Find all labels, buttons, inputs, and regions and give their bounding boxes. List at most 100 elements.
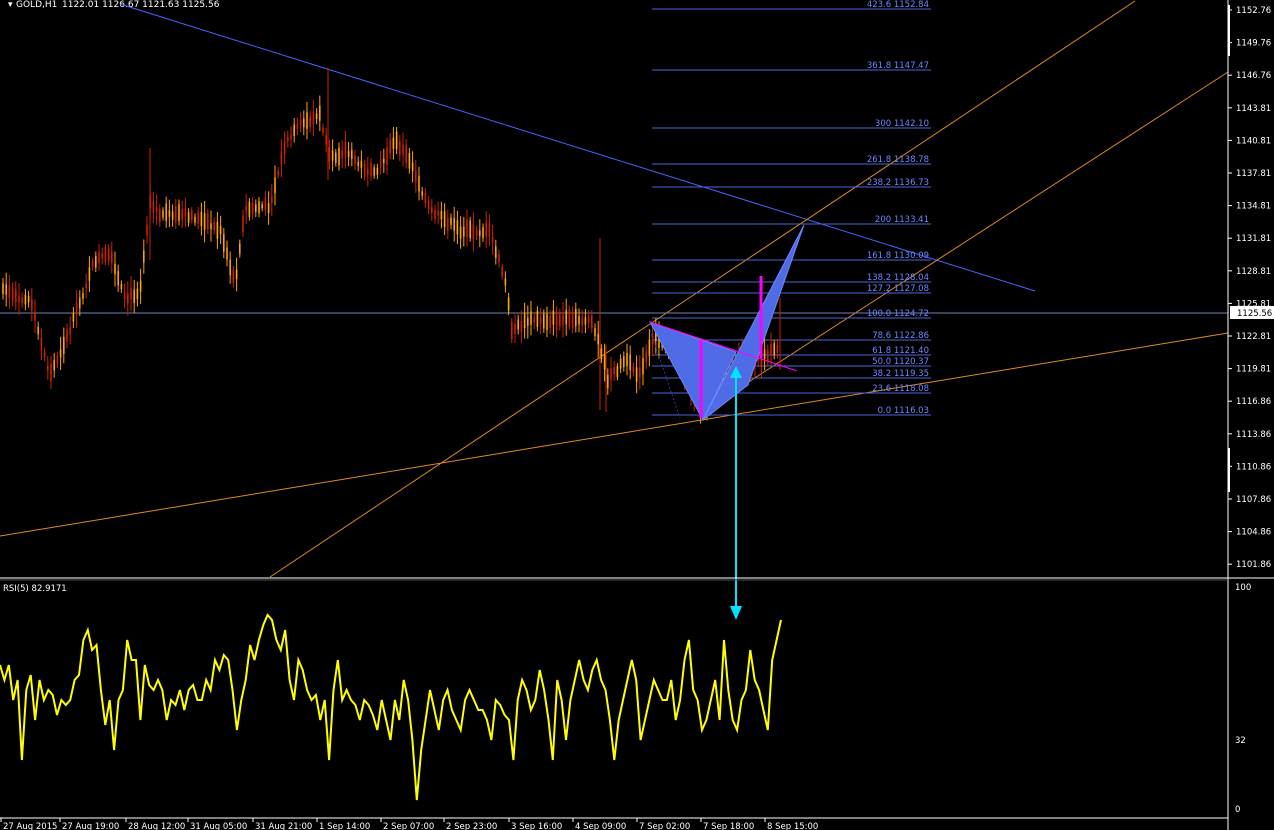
candle-body bbox=[376, 167, 379, 176]
chart-canvas[interactable]: ▾ GOLD,H1 1122.01 1126.67 1121.63 1125.5… bbox=[0, 0, 1274, 830]
candle-body bbox=[399, 141, 401, 155]
candle-body bbox=[40, 338, 43, 351]
candle-body bbox=[568, 308, 571, 327]
candle-body bbox=[347, 150, 350, 158]
candle-body bbox=[175, 206, 177, 222]
fib-level-label: 38.2 1119.35 bbox=[872, 369, 929, 379]
candle-body bbox=[34, 311, 36, 321]
candle-body bbox=[639, 367, 641, 378]
fib-level-label: 261.8 1138.78 bbox=[867, 155, 929, 165]
candle-body bbox=[24, 294, 27, 305]
signal-arrow bbox=[730, 366, 742, 620]
price-tick-label: 1134.81 bbox=[1236, 202, 1271, 212]
price-tick-label: 1143.81 bbox=[1236, 104, 1271, 114]
candle-body bbox=[136, 288, 139, 300]
candle-body bbox=[123, 292, 126, 300]
candle-body bbox=[770, 343, 772, 355]
candle-body bbox=[392, 137, 395, 149]
candle-body bbox=[229, 259, 231, 276]
rsi-axis-100: 100 bbox=[1235, 583, 1251, 593]
candle-body bbox=[434, 210, 436, 219]
candle-body bbox=[597, 333, 599, 345]
candle-body bbox=[184, 208, 187, 217]
drawing-objects[interactable] bbox=[0, 0, 1229, 578]
candle-body bbox=[488, 223, 491, 237]
candle-body bbox=[322, 127, 324, 133]
rsi-title: RSI(5) 82.9171 bbox=[3, 584, 67, 594]
fib-level-label: 100.0 1124.72 bbox=[867, 309, 929, 319]
candle-body bbox=[485, 222, 487, 237]
candle-body bbox=[578, 316, 580, 325]
price-tick-label: 1101.86 bbox=[1236, 560, 1271, 570]
candle-body bbox=[511, 321, 513, 340]
time-tick-label: 7 Sep 02:00 bbox=[639, 822, 690, 830]
candle-body bbox=[427, 200, 430, 210]
candle-body bbox=[459, 226, 462, 239]
price-tick-label: 1131.81 bbox=[1236, 234, 1271, 244]
candle-body bbox=[162, 210, 164, 218]
candle-body bbox=[344, 141, 347, 158]
candle-body bbox=[120, 284, 123, 290]
candle-body bbox=[338, 147, 340, 166]
candle-body bbox=[152, 201, 155, 213]
fib-level-label: 127.2 1127.08 bbox=[867, 284, 929, 294]
candle-body bbox=[235, 269, 238, 280]
candle-body bbox=[507, 297, 510, 311]
candle-body bbox=[469, 220, 471, 239]
candle-body bbox=[571, 312, 574, 328]
candle-body bbox=[50, 363, 52, 382]
chart-menu-arrow-icon[interactable]: ▾ bbox=[8, 0, 13, 10]
candle-body bbox=[520, 321, 523, 333]
candle-body bbox=[472, 224, 475, 240]
candle-body bbox=[197, 212, 199, 224]
candle-body bbox=[491, 237, 494, 243]
candle-body bbox=[514, 323, 516, 334]
fib-level-label: 300 1142.10 bbox=[875, 119, 929, 129]
candle-body bbox=[283, 141, 286, 154]
candle-body bbox=[424, 192, 427, 204]
candle-body bbox=[479, 230, 481, 237]
price-tick-label: 1104.86 bbox=[1236, 528, 1271, 538]
rsi-axis-0: 0 bbox=[1235, 805, 1240, 815]
candle-body bbox=[143, 250, 145, 263]
candle-body bbox=[219, 226, 222, 234]
candle-body bbox=[642, 358, 644, 375]
price-tick-label: 1152.76 bbox=[1236, 6, 1271, 16]
candle-body bbox=[389, 139, 391, 154]
price-tick-label: 1110.86 bbox=[1236, 462, 1271, 472]
candle-body bbox=[530, 311, 532, 325]
candle-body bbox=[437, 210, 439, 216]
candle-body bbox=[632, 366, 635, 373]
candle-body bbox=[463, 226, 465, 237]
candle-body bbox=[127, 293, 129, 304]
candle-body bbox=[287, 136, 289, 142]
candle-body bbox=[555, 313, 558, 331]
candle-body bbox=[59, 349, 62, 358]
price-axis[interactable]: 1152.76 1149.76 1146.76 1143.81 1140.81 1137.… bbox=[1228, 6, 1271, 570]
candle-body bbox=[607, 374, 609, 389]
candle-body bbox=[79, 297, 81, 309]
price-tick-label: 1137.81 bbox=[1236, 169, 1271, 179]
candle-body bbox=[408, 152, 411, 169]
candle-body bbox=[72, 313, 75, 322]
channel-upper-line[interactable] bbox=[269, 0, 1136, 578]
candle-body bbox=[264, 197, 267, 210]
candle-body bbox=[594, 328, 596, 337]
time-axis[interactable]: 27 Aug 2015 27 Aug 19:00 28 Aug 12:00 31 Au… bbox=[0, 818, 818, 830]
harmonic-pattern[interactable] bbox=[648, 224, 805, 422]
descending-trendline[interactable] bbox=[119, 3, 1036, 292]
fib-level-label: 138.2 1128.04 bbox=[867, 273, 929, 283]
candle-body bbox=[21, 297, 23, 303]
candle-body bbox=[114, 263, 116, 275]
fib-level-label: 78.6 1122.86 bbox=[872, 331, 929, 341]
candle-body bbox=[475, 230, 478, 236]
candle-body bbox=[603, 355, 606, 370]
candle-body bbox=[91, 261, 94, 268]
candle-body bbox=[43, 351, 46, 358]
candle-body bbox=[383, 158, 385, 164]
candle-body bbox=[527, 318, 529, 326]
candle-body bbox=[155, 207, 158, 213]
candle-body bbox=[543, 313, 545, 329]
candle-body bbox=[56, 355, 59, 364]
pattern-bcd-triangle[interactable] bbox=[702, 224, 805, 421]
